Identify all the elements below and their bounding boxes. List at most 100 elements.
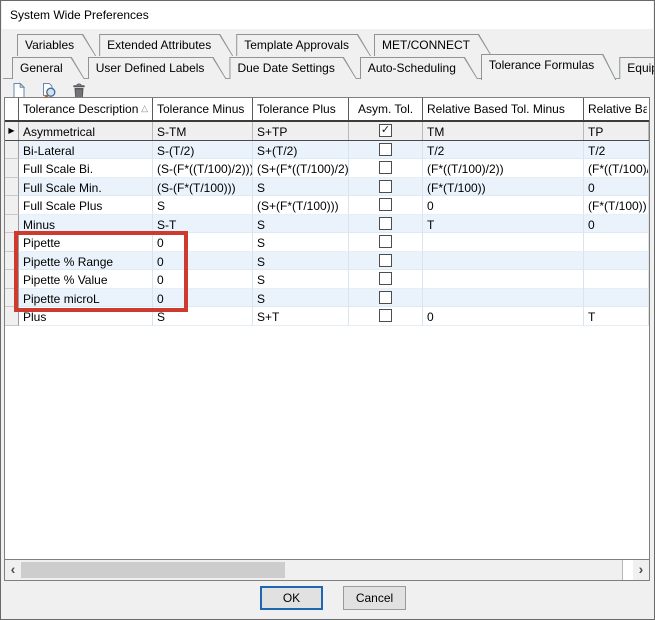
- cell-minus[interactable]: (S-(F*(T/100))): [153, 178, 253, 197]
- column-header-asym-tol[interactable]: Asym. Tol.: [349, 98, 423, 120]
- asym-tol-checkbox[interactable]: [379, 198, 392, 211]
- cell-plus[interactable]: S: [253, 178, 349, 197]
- column-header-relative-based-tol-plus[interactable]: Relative Based Tol. Plus: [584, 98, 649, 120]
- cell-description[interactable]: Full Scale Plus: [19, 196, 153, 215]
- row-selector-gutter[interactable]: [5, 307, 19, 326]
- cell-description[interactable]: Asymmetrical: [19, 122, 153, 140]
- cell-description[interactable]: Minus: [19, 215, 153, 234]
- cell-description[interactable]: Full Scale Bi.: [19, 159, 153, 178]
- row-selector-gutter[interactable]: [5, 215, 19, 234]
- tab-auto-scheduling[interactable]: Auto-Scheduling: [360, 57, 478, 79]
- cell-asym[interactable]: [349, 215, 423, 234]
- cell-asym[interactable]: [349, 252, 423, 271]
- table-row-full-scale-min[interactable]: Full Scale Min.(S-(F*(T/100)))S (F*(T/100…: [5, 178, 649, 197]
- cell-minus[interactable]: 0: [153, 270, 253, 289]
- cell-minus[interactable]: S-T: [153, 215, 253, 234]
- asym-tol-checkbox[interactable]: [379, 272, 392, 285]
- cell-rel_plus[interactable]: (F*(T/100)): [584, 196, 649, 215]
- cell-rel_minus[interactable]: (F*((T/100)/2)): [423, 159, 584, 178]
- cell-rel_minus[interactable]: [423, 233, 584, 252]
- cell-rel_plus[interactable]: T/2: [584, 141, 649, 160]
- column-header-tolerance-plus[interactable]: Tolerance Plus: [253, 98, 349, 120]
- cell-plus[interactable]: S+TP: [253, 122, 349, 140]
- cell-rel_plus[interactable]: [584, 270, 649, 289]
- cell-rel_plus[interactable]: 0: [584, 215, 649, 234]
- table-row-asymmetrical[interactable]: ▶AsymmetricalS-TMS+TP✓TMTP: [5, 122, 649, 141]
- cell-plus[interactable]: S: [253, 233, 349, 252]
- row-selector-gutter[interactable]: [5, 178, 19, 197]
- scroll-left-arrow[interactable]: ‹: [5, 560, 21, 580]
- cell-rel_minus[interactable]: (F*(T/100)): [423, 178, 584, 197]
- cell-rel_minus[interactable]: 0: [423, 307, 584, 326]
- cell-description[interactable]: Full Scale Min.: [19, 178, 153, 197]
- cell-description[interactable]: Plus: [19, 307, 153, 326]
- asym-tol-checkbox[interactable]: [379, 254, 392, 267]
- horizontal-scrollbar[interactable]: ‹ ›: [5, 559, 649, 580]
- row-selector-gutter[interactable]: [5, 159, 19, 178]
- scroll-right-arrow[interactable]: ›: [633, 560, 649, 580]
- cell-plus[interactable]: (S+(F*(T/100))): [253, 196, 349, 215]
- tab-equip-groups[interactable]: Equip. Groups: [619, 57, 655, 79]
- cell-asym[interactable]: [349, 141, 423, 160]
- cell-minus[interactable]: S: [153, 196, 253, 215]
- cell-rel_minus[interactable]: [423, 270, 584, 289]
- row-selector-gutter[interactable]: ▶: [5, 122, 19, 140]
- cell-rel_minus[interactable]: [423, 289, 584, 308]
- cell-plus[interactable]: S: [253, 215, 349, 234]
- row-selector-gutter[interactable]: [5, 289, 19, 308]
- cell-asym[interactable]: [349, 289, 423, 308]
- cell-description[interactable]: Pipette % Value: [19, 270, 153, 289]
- cell-plus[interactable]: S: [253, 270, 349, 289]
- cell-minus[interactable]: 0: [153, 233, 253, 252]
- tab-user-defined-labels[interactable]: User Defined Labels: [88, 57, 227, 79]
- cell-rel_plus[interactable]: [584, 289, 649, 308]
- cell-description[interactable]: Bi-Lateral: [19, 141, 153, 160]
- cell-minus[interactable]: 0: [153, 289, 253, 308]
- cell-rel_minus[interactable]: T/2: [423, 141, 584, 160]
- scrollbar-track[interactable]: [21, 560, 622, 580]
- tab-template-approvals[interactable]: Template Approvals: [236, 34, 371, 56]
- column-header-tolerance-minus[interactable]: Tolerance Minus: [153, 98, 253, 120]
- cell-rel_plus[interactable]: [584, 233, 649, 252]
- cell-plus[interactable]: S+(T/2): [253, 141, 349, 160]
- cell-minus[interactable]: S-(T/2): [153, 141, 253, 160]
- cell-asym[interactable]: ✓: [349, 122, 423, 140]
- cell-minus[interactable]: S: [153, 307, 253, 326]
- cell-asym[interactable]: [349, 233, 423, 252]
- cell-plus[interactable]: S: [253, 252, 349, 271]
- cell-plus[interactable]: S+T: [253, 307, 349, 326]
- cell-rel_plus[interactable]: TP: [584, 122, 649, 140]
- tab-extended-attributes[interactable]: Extended Attributes: [99, 34, 233, 56]
- cell-rel_plus[interactable]: [584, 252, 649, 271]
- table-row-pipette-range[interactable]: Pipette % Range0S: [5, 252, 649, 271]
- table-row-pipette-value[interactable]: Pipette % Value0S: [5, 270, 649, 289]
- tab-general[interactable]: General: [12, 57, 85, 79]
- asym-tol-checkbox[interactable]: [379, 309, 392, 322]
- cancel-button[interactable]: Cancel: [343, 586, 406, 610]
- table-row-full-scale-plus[interactable]: Full Scale PlusS(S+(F*(T/100))) 0(F*(T/10…: [5, 196, 649, 215]
- cell-rel_plus[interactable]: T: [584, 307, 649, 326]
- cell-asym[interactable]: [349, 196, 423, 215]
- cell-minus[interactable]: (S-(F*((T/100)/2))): [153, 159, 253, 178]
- cell-plus[interactable]: S: [253, 289, 349, 308]
- cell-description[interactable]: Pipette: [19, 233, 153, 252]
- cell-minus[interactable]: 0: [153, 252, 253, 271]
- cell-asym[interactable]: [349, 159, 423, 178]
- table-row-pipette[interactable]: Pipette0S: [5, 233, 649, 252]
- cell-rel_plus[interactable]: 0: [584, 178, 649, 197]
- asym-tol-checkbox[interactable]: [379, 161, 392, 174]
- asym-tol-checkbox[interactable]: [379, 291, 392, 304]
- row-selector-gutter[interactable]: [5, 270, 19, 289]
- table-row-minus[interactable]: MinusS-TST0: [5, 215, 649, 234]
- ok-button[interactable]: OK: [260, 586, 323, 610]
- asym-tol-checkbox[interactable]: [379, 217, 392, 230]
- cell-asym[interactable]: [349, 178, 423, 197]
- asym-tol-checkbox[interactable]: ✓: [379, 124, 392, 137]
- table-row-pipette-microl[interactable]: Pipette microL0S: [5, 289, 649, 308]
- cell-description[interactable]: Pipette % Range: [19, 252, 153, 271]
- scrollbar-thumb[interactable]: [21, 562, 285, 578]
- cell-rel_minus[interactable]: 0: [423, 196, 584, 215]
- tab-variables[interactable]: Variables: [17, 34, 96, 56]
- asym-tol-checkbox[interactable]: [379, 180, 392, 193]
- tab-met-connect[interactable]: MET/CONNECT: [374, 34, 492, 56]
